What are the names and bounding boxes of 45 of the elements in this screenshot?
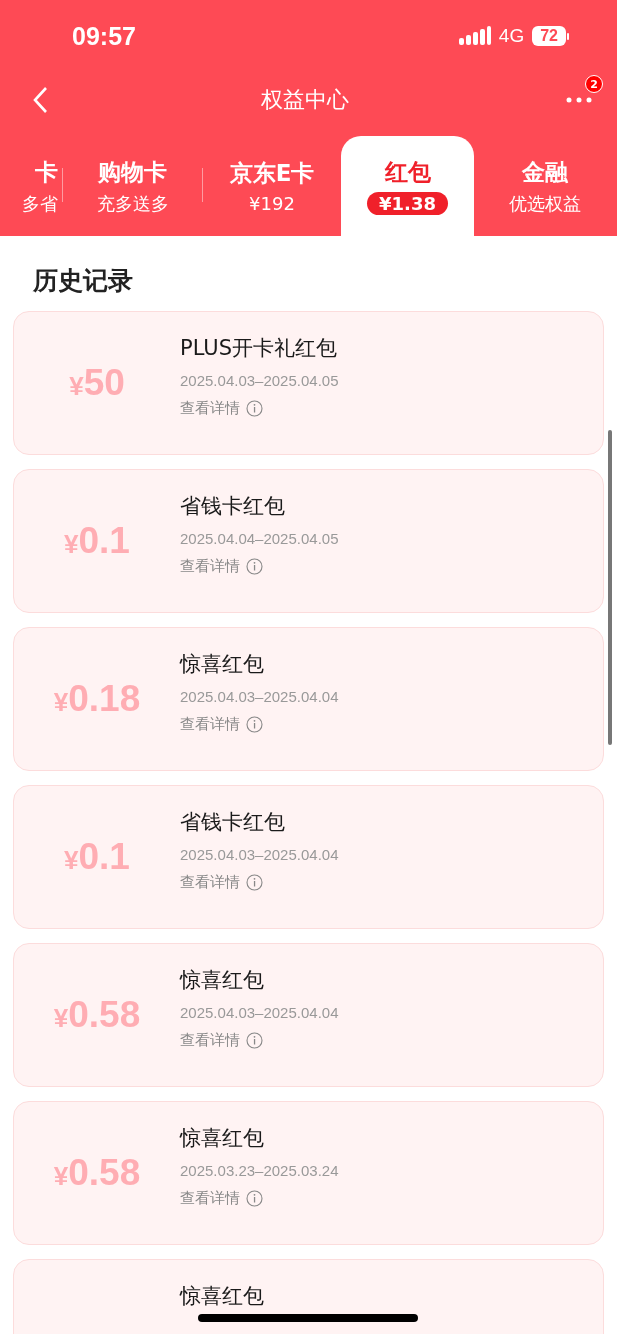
more-icon[interactable] [566,97,592,103]
battery-indicator: 72 [532,26,569,46]
status-time: 09:57 [72,21,137,51]
info-icon[interactable] [246,1032,263,1049]
info-icon[interactable] [246,874,263,891]
packet-title: 惊喜红包 [180,651,265,678]
validity-period: 2025.04.04–2025.04.05 [180,530,339,547]
packet-title: PLUS开卡礼红包 [180,335,339,362]
details-link[interactable]: 查看详情 [180,715,240,734]
page-title: 权益中心 [259,86,350,114]
amount: ¥50 [69,362,125,404]
details-link[interactable]: 查看详情 [180,873,240,892]
details-link[interactable]: 查看详情 [180,399,240,418]
signal-icon [458,26,491,46]
packet-title: 省钱卡红包 [180,809,286,836]
section-title: 历史记录 [32,265,134,297]
details-link[interactable]: 查看详情 [180,1189,240,1208]
category-tab[interactable]: 卡 多省 [0,136,62,236]
amount: ¥0.18 [53,678,141,720]
info-icon[interactable] [246,1190,263,1207]
category-tab[interactable]: 京东E卡 ¥192 [203,136,341,236]
amount: ¥0.58 [53,1152,141,1194]
info-icon[interactable] [246,558,263,575]
validity-period: 2025.03.23–2025.03.24 [180,1162,339,1179]
network-label: 4G [498,25,525,47]
category-tab[interactable]: 金融 优选权益 [474,136,615,236]
details-link[interactable]: 查看详情 [180,557,240,576]
back-icon[interactable] [32,86,48,114]
packet-title: 惊喜红包 [180,967,265,994]
validity-period: 2025.04.03–2025.04.04 [180,846,339,863]
packet-title: 惊喜红包 [180,1283,264,1310]
amount: ¥0.1 [64,520,130,562]
details-link[interactable]: 查看详情 [180,1031,240,1050]
validity-period: 2025.04.03–2025.04.05 [180,372,339,389]
packet-title: 省钱卡红包 [180,493,286,520]
packet-title: 惊喜红包 [180,1125,265,1152]
validity-period: 2025.04.03–2025.04.04 [180,1004,339,1021]
info-icon[interactable] [246,716,263,733]
info-icon[interactable] [246,400,263,417]
notification-badge: 2 [585,75,603,93]
validity-period: 2025.04.03–2025.04.04 [180,688,339,705]
amount: ¥0.1 [64,836,130,878]
amount: ¥0.58 [53,994,141,1036]
category-tab[interactable]: 购物卡 充多送多 [63,136,202,236]
category-tab[interactable]: 红包 ¥1.38 [341,136,474,236]
